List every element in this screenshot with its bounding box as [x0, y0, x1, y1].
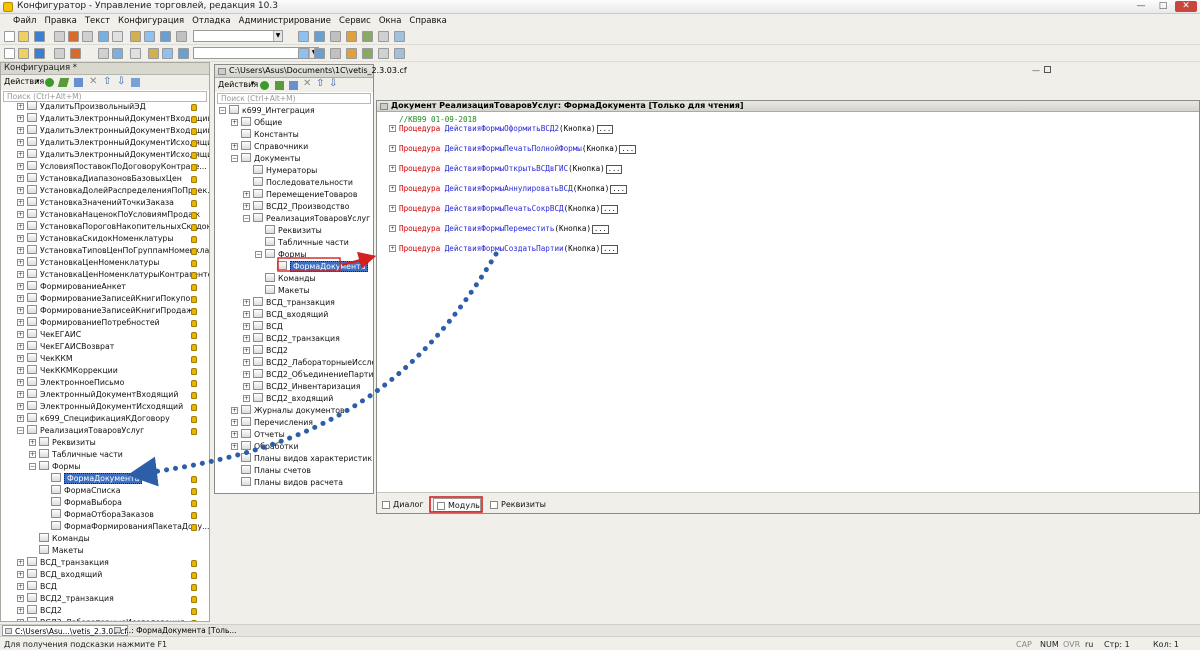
- dotted-blue-arrow: [127, 251, 499, 487]
- red-arrow: [341, 251, 377, 269]
- annotation-overlay: [127, 251, 499, 513]
- module-tab-highlight: [429, 496, 483, 513]
- mid-selection-highlight: [277, 257, 341, 272]
